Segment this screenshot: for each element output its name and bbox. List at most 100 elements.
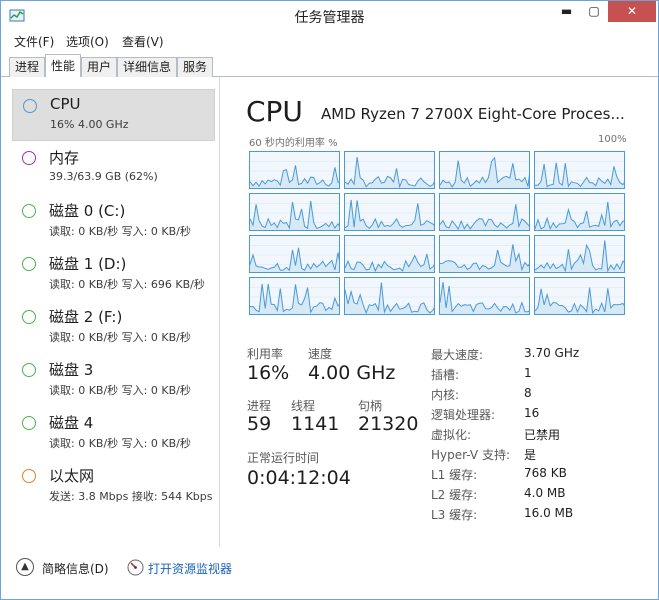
spec-hyperv-label: Hyper-V 支持: [431, 448, 510, 462]
close-button[interactable]: ✕ [608, 1, 656, 22]
utilization-trace [535, 287, 624, 314]
logical-processor-graph [439, 277, 530, 315]
spec-sockets-label: 插槽: [431, 368, 460, 382]
logical-processor-graph [534, 235, 625, 273]
title-bar[interactable]: 任务管理器 ▬ ▢ ✕ [1, 1, 658, 31]
spec-l2-cache-label: L2 缓存: [431, 488, 478, 502]
logical-processor-graph [534, 193, 625, 231]
resource-detail: 发送: 3.8 Mbps 接收: 544 Kbps [49, 490, 213, 503]
resource-name: 磁盘 2 (F:) [49, 308, 123, 326]
speed-value: 4.00 GHz [308, 362, 396, 384]
utilization-trace [440, 244, 529, 272]
utilization-trace [250, 245, 339, 272]
utilization-label: 利用率 [247, 347, 284, 361]
spec-l3-cache-value: 16.0 MB [524, 506, 574, 520]
logical-processor-graph [439, 235, 530, 273]
tab-bar: 进程 性能 用户 详细信息 服务 [1, 53, 658, 78]
disk-indicator-icon [22, 363, 36, 377]
resource-item-disk-0[interactable]: 磁盘 0 (C:) 读取: 0 KB/秒 写入: 0 KB/秒 [12, 195, 215, 247]
resource-name: CPU [50, 95, 81, 113]
logical-processor-graph [534, 277, 625, 315]
spec-cores-value: 8 [524, 386, 532, 400]
trace-fill [535, 162, 624, 188]
graph-max-label: 100% [598, 134, 627, 145]
tab-processes[interactable]: 进程 [9, 57, 45, 77]
utilization-trace [345, 157, 434, 188]
resource-item-disk-3[interactable]: 磁盘 3 读取: 0 KB/秒 写入: 0 KB/秒 [12, 354, 215, 406]
handles-label: 句柄 [358, 399, 383, 413]
processes-value: 59 [247, 413, 272, 435]
spec-l1-cache-value: 768 KB [524, 466, 567, 480]
trace-fill [345, 254, 434, 272]
menu-view[interactable]: 查看(V) [122, 33, 164, 50]
logical-processor-graph [534, 151, 625, 189]
menu-file[interactable]: 文件(F) [14, 33, 54, 50]
processes-label: 进程 [247, 399, 272, 413]
minimize-button[interactable]: ▬ [553, 1, 580, 22]
trace-line [440, 282, 529, 314]
menu-options[interactable]: 选项(O) [66, 33, 109, 50]
fewer-details-button[interactable]: 简略信息(D) [42, 560, 109, 577]
trace-fill [535, 201, 624, 230]
resource-name: 磁盘 3 [49, 361, 94, 379]
spec-max-speed-value: 3.70 GHz [524, 346, 580, 360]
tab-details[interactable]: 详细信息 [117, 57, 177, 77]
resource-name: 磁盘 1 (D:) [49, 255, 127, 273]
trace-fill [345, 157, 434, 188]
trace-line [535, 162, 624, 188]
tab-services[interactable]: 服务 [177, 57, 213, 77]
resource-detail: 读取: 0 KB/秒 写入: 0 KB/秒 [49, 225, 191, 238]
maximize-icon: ▢ [588, 4, 600, 18]
spec-l1-cache-label: L1 缓存: [431, 468, 478, 482]
uptime-value: 0:04:12:04 [247, 467, 351, 489]
resource-item-disk-2[interactable]: 磁盘 2 (F:) 读取: 0 KB/秒 写入: 0 KB/秒 [12, 301, 215, 353]
task-manager-window: 任务管理器 ▬ ▢ ✕ 文件(F) 选项(O) 查看(V) 进程 性能 用户 详… [0, 0, 659, 600]
utilization-trace [535, 201, 624, 230]
memory-indicator-icon [22, 151, 36, 165]
resource-item-ethernet[interactable]: 以太网 发送: 3.8 Mbps 接收: 544 Kbps [12, 460, 215, 512]
resource-name: 磁盘 0 (C:) [49, 202, 126, 220]
open-resource-monitor-link[interactable]: 打开资源监视器 [148, 560, 232, 577]
spec-l3-cache-label: L3 缓存: [431, 508, 478, 522]
resource-detail: 读取: 0 KB/秒 写入: 0 KB/秒 [49, 437, 191, 450]
resource-name: 以太网 [49, 467, 95, 485]
cpu-detail-panel: CPU AMD Ryzen 7 2700X Eight-Core Proces.… [246, 77, 657, 547]
spec-hyperv-value: 是 [524, 448, 537, 462]
menu-bar: 文件(F) 选项(O) 查看(V) [1, 31, 658, 51]
resource-item-disk-1[interactable]: 磁盘 1 (D:) 读取: 0 KB/秒 写入: 696 KB/秒 [12, 248, 215, 300]
logical-processor-graph [344, 193, 435, 231]
maximize-button[interactable]: ▢ [580, 1, 608, 22]
logical-processor-graphs[interactable] [249, 151, 627, 317]
spec-sockets-value: 1 [524, 366, 532, 380]
threads-label: 线程 [291, 399, 316, 413]
logical-processor-graph [249, 151, 340, 189]
logical-processor-graph [249, 235, 340, 273]
chevron-up-icon[interactable]: ▲ [16, 558, 34, 576]
resource-item-memory[interactable]: 内存 39.3/63.9 GB (62%) [12, 142, 215, 194]
resource-name: 内存 [49, 149, 80, 167]
resource-monitor-icon[interactable] [127, 559, 144, 576]
spec-max-speed-label: 最大速度: [431, 348, 484, 362]
cpu-model-name: AMD Ryzen 7 2700X Eight-Core Proces... [321, 105, 625, 123]
resource-item-disk-4[interactable]: 磁盘 4 读取: 0 KB/秒 写入: 0 KB/秒 [12, 407, 215, 459]
cpu-heading: CPU [246, 95, 303, 128]
utilization-trace [250, 283, 339, 314]
logical-processor-graph [249, 277, 340, 315]
spec-virtualization-label: 虚拟化: [431, 428, 472, 442]
utilization-trace [345, 282, 434, 314]
utilization-trace [535, 161, 624, 188]
resource-sidebar[interactable]: CPU 16% 4.00 GHz 内存 39.3/63.9 GB (62%) 磁… [2, 77, 220, 547]
close-icon: ✕ [626, 4, 638, 18]
disk-indicator-icon [22, 204, 36, 218]
disk-indicator-icon [22, 310, 36, 324]
utilization-trace [535, 240, 624, 272]
resource-name: 磁盘 4 [49, 414, 94, 432]
spec-logical-processors-value: 16 [524, 406, 540, 420]
disk-indicator-icon [22, 416, 36, 430]
cpu-indicator-icon [23, 99, 37, 113]
spec-virtualization-value: 已禁用 [524, 428, 561, 442]
logical-processor-graph [344, 235, 435, 273]
resource-item-cpu[interactable]: CPU 16% 4.00 GHz [12, 89, 215, 141]
tab-performance[interactable]: 性能 [45, 54, 81, 78]
tab-users[interactable]: 用户 [81, 57, 117, 77]
